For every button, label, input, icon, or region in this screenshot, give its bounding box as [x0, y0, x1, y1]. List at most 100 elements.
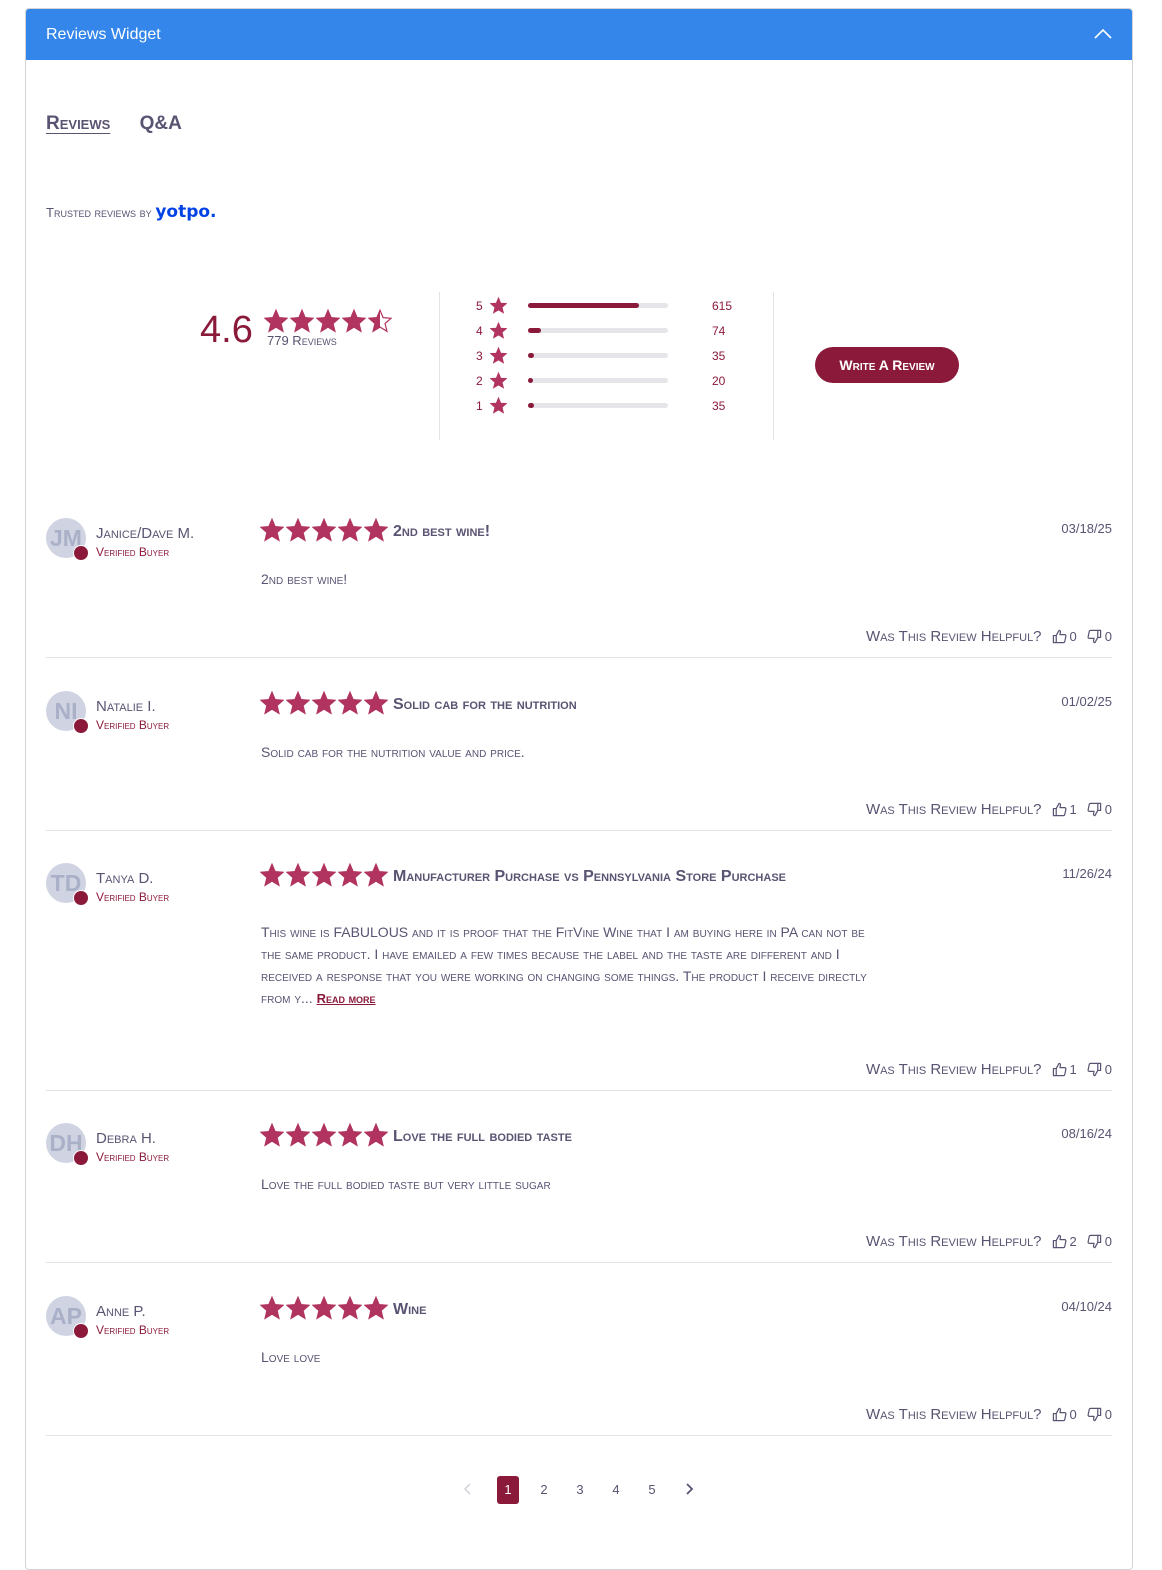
distribution-bar-fill [528, 378, 533, 383]
star-icon [315, 308, 341, 333]
verified-buyer-label: Verified Buyer [96, 1150, 170, 1164]
rating-summary: 4.6 779 Reviews 5 615 4 74 3 35 2 20 1 35 Write A… [26, 289, 1132, 440]
star-icon [363, 690, 389, 715]
star-icon [341, 308, 367, 333]
chevron-right-icon[interactable] [678, 1476, 700, 1504]
page-2[interactable]: 2 [533, 1476, 555, 1504]
upvote-count: 1 [1069, 1062, 1077, 1077]
thumbs-up-icon[interactable] [1052, 1062, 1067, 1077]
thumbs-down-icon[interactable] [1087, 802, 1102, 817]
thumbs-down-icon[interactable] [1087, 1062, 1102, 1077]
star-icon [285, 690, 311, 715]
star-icon [363, 1122, 389, 1147]
chevron-up-icon[interactable] [1094, 27, 1112, 41]
review-rating [259, 517, 390, 542]
star-icon [489, 396, 508, 414]
read-more-link[interactable]: Read more [317, 991, 376, 1006]
thumbs-up-icon[interactable] [1052, 629, 1067, 644]
review-date: 01/02/25 [1061, 694, 1112, 709]
star-icon [285, 1122, 311, 1147]
yotpo-logo[interactable]: yotpo. [155, 202, 216, 222]
star-icon [311, 862, 337, 887]
distribution-bar-fill [528, 303, 639, 308]
check-badge-icon [73, 1323, 89, 1349]
review-separator [46, 1090, 1112, 1091]
helpful-votes: Was This Review Helpful? 1 0 [866, 801, 1112, 818]
helpful-votes: Was This Review Helpful? 0 0 [866, 628, 1112, 645]
tab-qa[interactable]: Q&A [140, 113, 182, 135]
review-rating [259, 862, 390, 887]
star-icon [311, 1295, 337, 1320]
thumbs-down-icon[interactable] [1087, 1234, 1102, 1249]
verified-buyer-label: Verified Buyer [96, 1323, 170, 1337]
distribution-row[interactable]: 3 35 [476, 346, 756, 372]
star-icon [285, 862, 311, 887]
star-icon [259, 517, 285, 542]
tab-reviews[interactable]: Reviews [46, 113, 110, 135]
avatar: NI [46, 691, 89, 744]
rating-distribution: 5 615 4 74 3 35 2 20 1 35 [476, 296, 756, 422]
downvote-count: 0 [1104, 1234, 1112, 1249]
review-body: Love the full bodied taste but very litt… [261, 1173, 881, 1195]
thumbs-up-icon[interactable] [1052, 1234, 1067, 1249]
distribution-bar-fill [528, 403, 534, 408]
page-5[interactable]: 5 [641, 1476, 663, 1504]
review-date: 03/18/25 [1061, 521, 1112, 536]
thumbs-down-icon[interactable] [1087, 1407, 1102, 1422]
distribution-row[interactable]: 4 74 [476, 321, 756, 347]
review-separator [46, 657, 1112, 658]
thumbs-up-icon[interactable] [1052, 802, 1067, 817]
thumbs-up-icon[interactable] [1052, 1407, 1067, 1422]
reviewer-name: Janice/Dave M. [96, 525, 195, 542]
helpful-votes: Was This Review Helpful? 2 0 [866, 1233, 1112, 1250]
star-icon [259, 1122, 285, 1147]
star-icon [259, 1295, 285, 1320]
star-icon [263, 308, 289, 333]
thumbs-down-icon[interactable] [1087, 629, 1102, 644]
distribution-row[interactable]: 2 20 [476, 371, 756, 397]
star-icon [367, 308, 393, 333]
avatar: JM [46, 518, 89, 571]
check-badge-icon [73, 1150, 89, 1176]
upvote-count: 1 [1069, 802, 1077, 817]
downvote-count: 0 [1104, 802, 1112, 817]
verified-buyer-label: Verified Buyer [96, 545, 170, 559]
distribution-bar [528, 303, 668, 308]
distribution-count: 74 [712, 324, 726, 338]
page-4[interactable]: 4 [605, 1476, 627, 1504]
divider [439, 292, 440, 440]
avatar: AP [46, 1296, 89, 1349]
distribution-row[interactable]: 1 35 [476, 396, 756, 422]
review-text: Solid cab for the nutrition value and pr… [261, 744, 525, 760]
review-separator [46, 1435, 1112, 1436]
review-body: Solid cab for the nutrition value and pr… [261, 741, 881, 763]
review-date: 08/16/24 [1061, 1126, 1112, 1141]
star-icon [337, 690, 363, 715]
upvote-count: 2 [1069, 1234, 1077, 1249]
chevron-left-icon[interactable] [457, 1476, 479, 1504]
distribution-row[interactable]: 5 615 [476, 296, 756, 322]
page-1[interactable]: 1 [497, 1476, 519, 1504]
write-review-button[interactable]: Write A Review [815, 347, 959, 383]
distribution-bar [528, 403, 668, 408]
distribution-star-number: 4 [476, 324, 483, 338]
page-3[interactable]: 3 [569, 1476, 591, 1504]
star-icon [289, 308, 315, 333]
helpful-label: Was This Review Helpful? [865, 1233, 1042, 1250]
review-separator [46, 830, 1112, 831]
helpful-votes: Was This Review Helpful? 0 0 [866, 1406, 1112, 1423]
review-title: Wine [393, 1301, 427, 1318]
helpful-label: Was This Review Helpful? [865, 801, 1042, 818]
star-icon [311, 690, 337, 715]
widget-header[interactable]: Reviews Widget [26, 9, 1132, 60]
distribution-bar-fill [528, 328, 541, 333]
distribution-count: 615 [712, 299, 733, 313]
pagination: 12345 [26, 1476, 1132, 1506]
distribution-count: 35 [712, 349, 726, 363]
star-icon [337, 517, 363, 542]
review-date: 04/10/24 [1061, 1299, 1112, 1314]
reviewer-name: Tanya D. [96, 870, 154, 887]
review-text: 2nd best wine! [261, 571, 348, 587]
star-icon [311, 517, 337, 542]
review-rating [259, 1295, 390, 1320]
